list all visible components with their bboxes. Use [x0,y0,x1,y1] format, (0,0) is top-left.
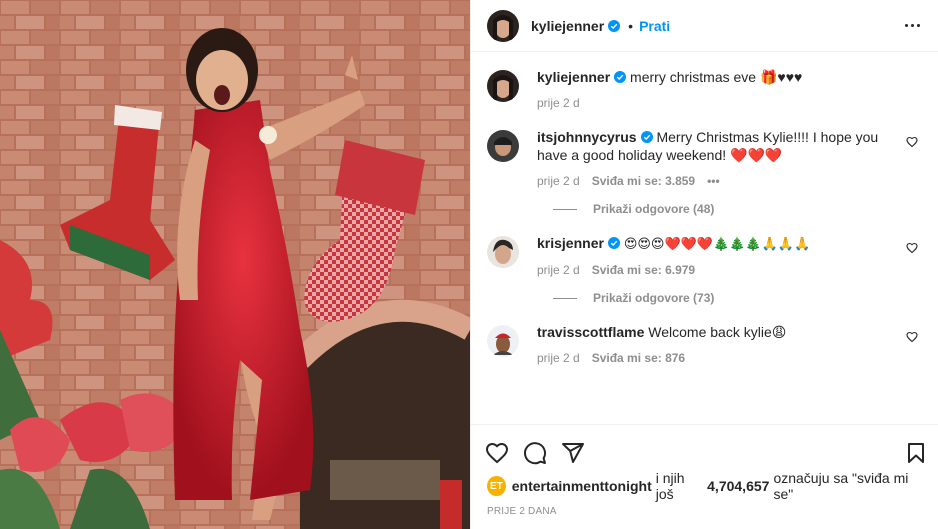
post-header: kyliejenner • Prati [471,0,938,52]
comment-text: 😍😍😍❤️❤️❤️🎄🎄🎄🙏🙏🙏 [623,236,811,251]
verified-icon [640,131,653,143]
author-username[interactable]: kyliejenner [531,18,604,34]
comment-text: Welcome back kylie😩 [648,324,787,340]
comment-likes[interactable]: Sviđa mi se: 6.979 [592,263,695,277]
view-replies-button[interactable]: Prikaži odgovore (73) [553,291,922,305]
comment-likes[interactable]: Sviđa mi se: 876 [592,351,685,365]
verified-icon [614,71,627,83]
likes-middle-text: i njih još [655,470,685,502]
heart-icon[interactable] [906,331,918,343]
action-bar [471,424,938,472]
bookmark-icon[interactable] [904,441,928,465]
comment-item: travisscottflame Welcome back kylie😩 pri… [487,323,922,365]
comment-username[interactable]: krisjenner [537,235,604,251]
author-avatar[interactable] [487,70,519,102]
commenter-avatar[interactable] [487,325,519,357]
heart-icon[interactable] [485,441,509,465]
verified-icon [607,237,620,249]
post-date[interactable]: PRIJE 2 DANA [471,500,938,517]
photo-illustration [0,0,470,529]
likes-count[interactable]: 4,704,657 [707,478,769,494]
comment-time[interactable]: prije 2 d [537,174,580,188]
commenter-avatar[interactable] [487,236,519,268]
view-replies-button[interactable]: Prikaži odgovore (48) [553,202,922,216]
comment-icon[interactable] [523,441,547,465]
likes-summary: ET entertainmenttonight i njih još 4,704… [471,470,938,502]
post-sidebar: kyliejenner • Prati kyliejenner merry ch… [470,0,938,529]
follow-button[interactable]: Prati [639,18,670,34]
comment-username[interactable]: travisscottflame [537,324,644,340]
post-view: kyliejenner • Prati kyliejenner merry ch… [0,0,938,529]
more-options-icon[interactable] [900,14,924,38]
comment-item: itsjohnnycyrus Merry Christmas Kylie!!!!… [487,128,922,188]
comment-item: krisjenner 😍😍😍❤️❤️❤️🎄🎄🎄🙏🙏🙏 prije 2 d Svi… [487,234,922,277]
commenter-avatar[interactable] [487,130,519,162]
liker-username[interactable]: entertainmenttonight [512,478,652,494]
caption-body: kyliejenner merry christmas eve 🎁♥♥♥ pri… [537,68,922,110]
view-replies-label[interactable]: Prikaži odgovore (73) [593,291,714,305]
comments-list: kyliejenner merry christmas eve 🎁♥♥♥ pri… [471,52,938,424]
caption-time[interactable]: prije 2 d [537,96,580,110]
comment-time[interactable]: prije 2 d [537,351,580,365]
heart-icon[interactable] [906,136,918,148]
verified-icon [608,19,621,32]
separator-dot: • [628,17,634,34]
caption: kyliejenner merry christmas eve 🎁♥♥♥ pri… [487,68,922,110]
share-icon[interactable] [561,441,585,465]
replies-line [553,297,577,299]
comment-username[interactable]: itsjohnnycyrus [537,129,637,145]
liker-avatar[interactable]: ET [487,476,506,496]
view-replies-label[interactable]: Prikaži odgovore (48) [593,202,714,216]
comment-time[interactable]: prije 2 d [537,263,580,277]
likes-suffix-text: označuju sa "sviđa mi se" [773,470,909,502]
caption-text: merry christmas eve 🎁♥♥♥ [630,69,803,85]
author-avatar[interactable] [487,9,519,42]
comment-likes[interactable]: Sviđa mi se: 3.859 [592,174,695,188]
heart-icon[interactable] [906,242,918,254]
comment-options[interactable]: ••• [707,174,720,188]
post-photo[interactable] [0,0,470,529]
replies-line [553,208,577,210]
caption-username[interactable]: kyliejenner [537,69,610,85]
